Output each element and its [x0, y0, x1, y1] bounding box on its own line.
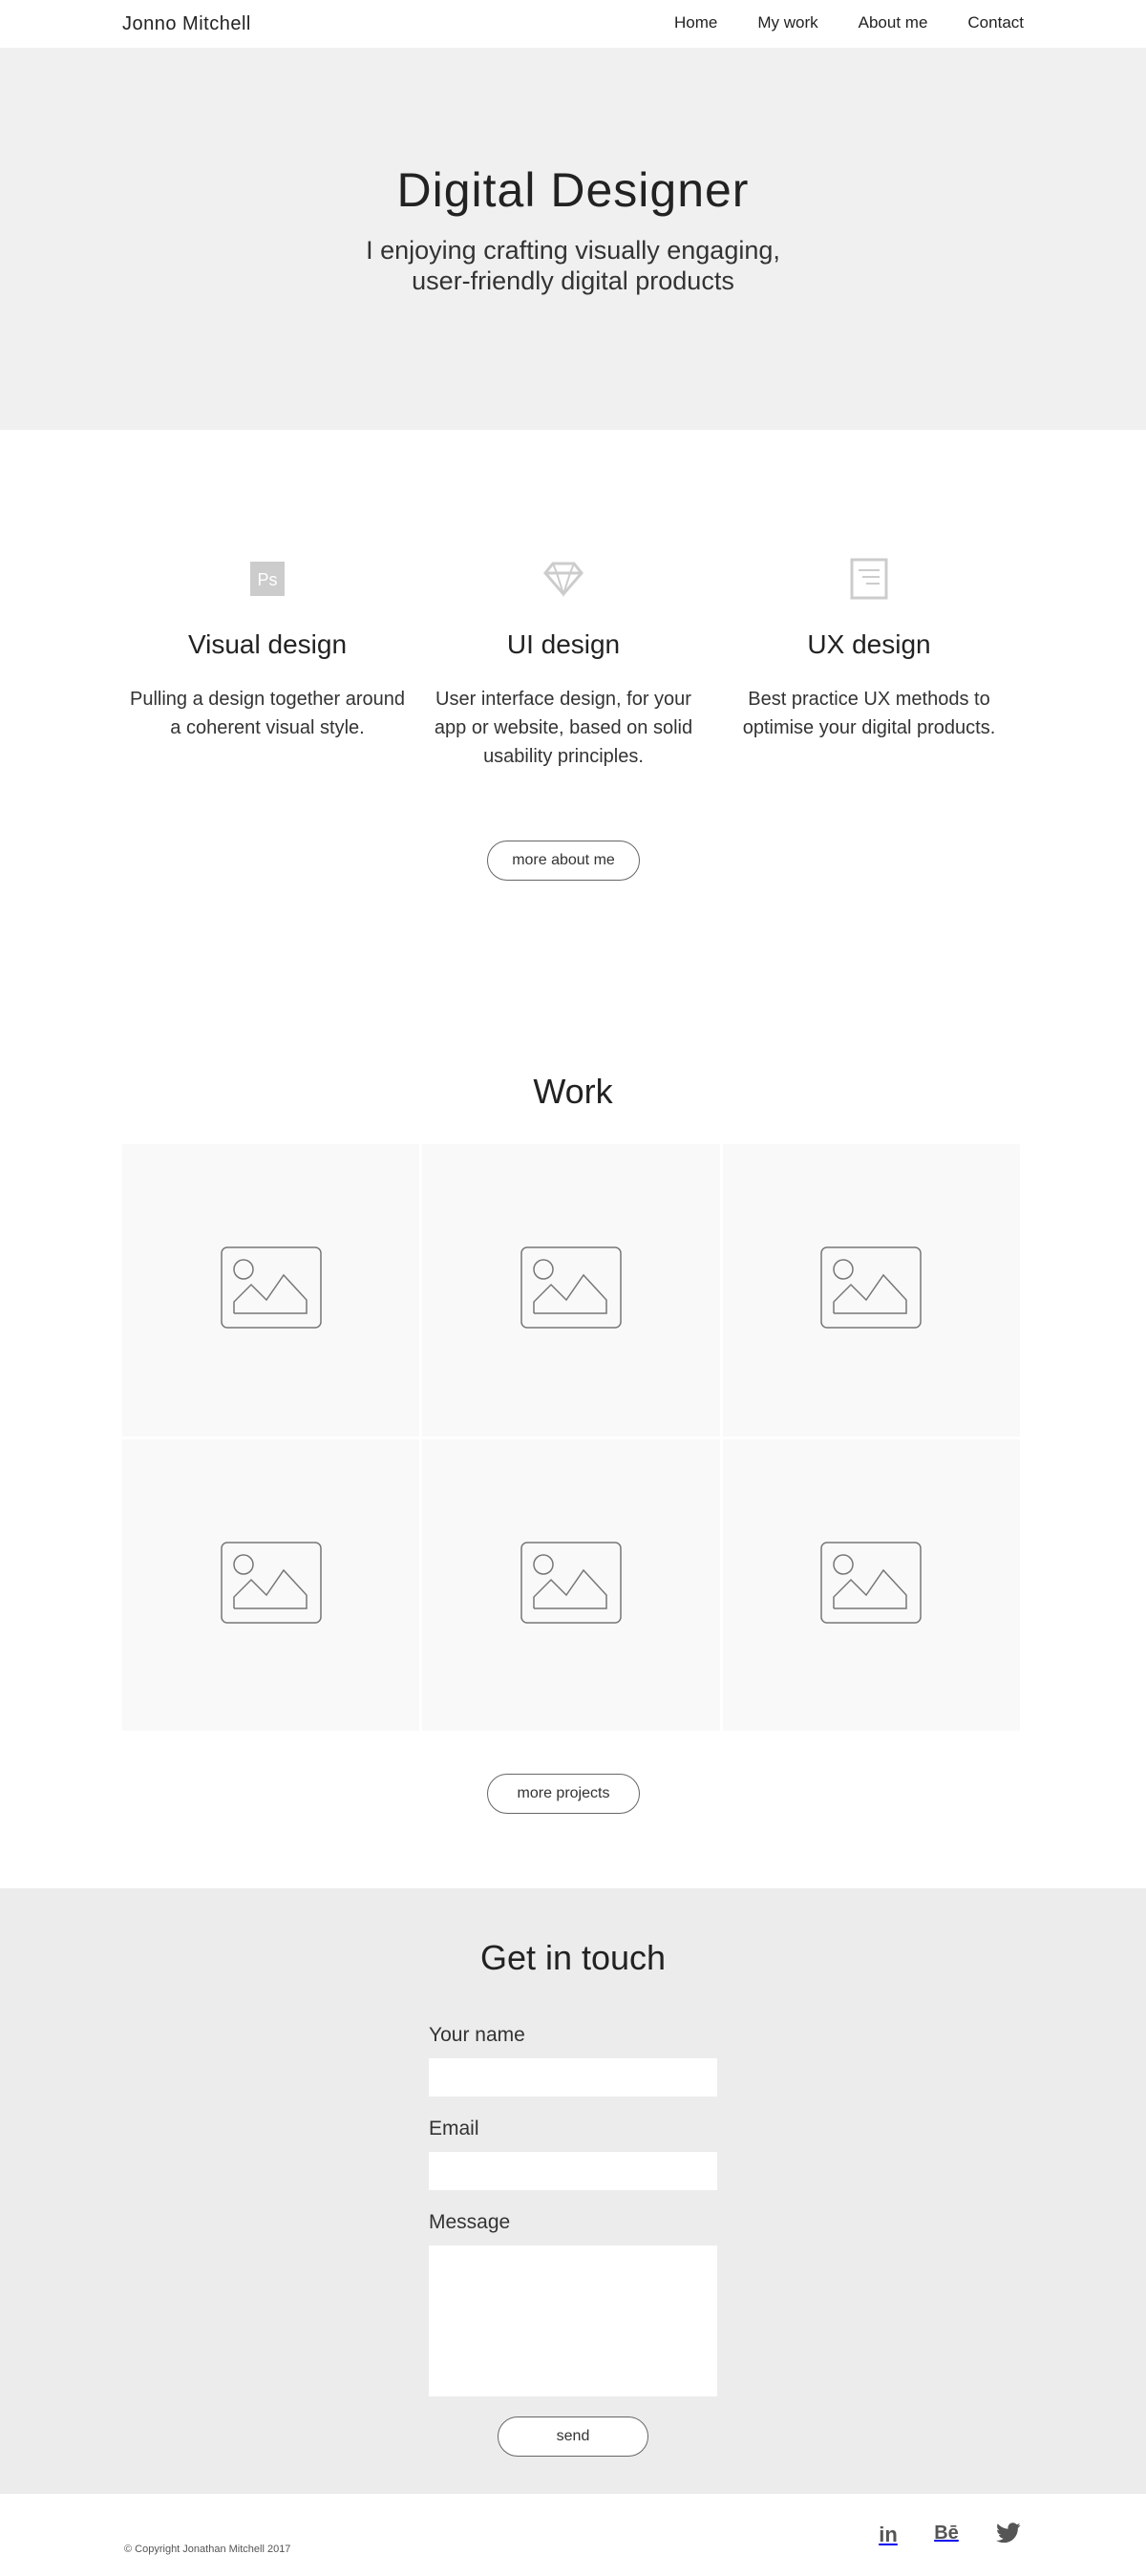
- nav-home[interactable]: Home: [674, 13, 717, 32]
- copyright-text: © Copyright Jonathan Mitchell 2017: [124, 2544, 291, 2555]
- hero-subtitle: I enjoying crafting visually engaging, u…: [366, 236, 780, 295]
- behance-label: Bē: [934, 2523, 959, 2544]
- nav-my-work[interactable]: My work: [757, 13, 817, 32]
- project-tile[interactable]: [422, 1144, 720, 1437]
- project-tile[interactable]: [122, 1144, 420, 1437]
- more-about-me-button[interactable]: more about me: [487, 841, 640, 881]
- contact-section: Get in touch Your name Email Message sen…: [0, 1888, 1146, 2494]
- hero-title: Digital Designer: [396, 163, 750, 217]
- message-label: Message: [429, 2211, 511, 2233]
- work-title: Work: [533, 1072, 613, 1111]
- twitter-icon[interactable]: [994, 2523, 1023, 2544]
- service-text: Best practice UX methods to optimise you…: [742, 689, 996, 738]
- image-placeholder-icon: [520, 1246, 622, 1333]
- message-field[interactable]: [429, 2246, 717, 2396]
- brand-logo[interactable]: Jonno Mitchell: [122, 13, 251, 35]
- sketch-icon: [420, 559, 707, 599]
- svg-text:Ps: Ps: [257, 570, 277, 589]
- service-title: UX design: [807, 629, 931, 659]
- work-grid: [122, 1144, 1020, 1731]
- email-field[interactable]: [429, 2152, 717, 2190]
- nav-about-me[interactable]: About me: [859, 13, 928, 32]
- site-header: Jonno Mitchell Home My work About me Con…: [0, 0, 1146, 48]
- hero-section: Digital Designer I enjoying crafting vis…: [0, 48, 1146, 430]
- photoshop-icon: Ps: [124, 559, 411, 599]
- nav-contact[interactable]: Contact: [967, 13, 1024, 32]
- image-placeholder-icon: [820, 1246, 923, 1333]
- service-title: Visual design: [187, 629, 348, 659]
- project-tile[interactable]: [122, 1438, 420, 1731]
- service-visual-design: Ps Visual design Pulling a design togeth…: [124, 559, 411, 742]
- linkedin-label: in: [879, 2523, 898, 2546]
- name-field[interactable]: [429, 2058, 717, 2097]
- more-projects-button[interactable]: more projects: [487, 1774, 640, 1814]
- email-label: Email: [429, 2118, 479, 2140]
- document-icon: [726, 558, 1012, 600]
- image-placeholder-icon: [220, 1542, 322, 1629]
- service-ui-design: UI design User interface design, for you…: [420, 559, 707, 771]
- site-footer: © Copyright Jonathan Mitchell 2017 in Bē: [0, 2494, 1146, 2576]
- image-placeholder-icon: [220, 1246, 322, 1333]
- image-placeholder-icon: [820, 1542, 923, 1629]
- main-nav: Home My work About me Contact: [634, 13, 1024, 32]
- service-ux-design: UX design Best practice UX methods to op…: [726, 558, 1012, 742]
- project-tile[interactable]: [722, 1438, 1020, 1731]
- project-tile[interactable]: [422, 1438, 720, 1731]
- service-text: Pulling a design together around a coher…: [130, 689, 405, 738]
- project-tile[interactable]: [722, 1144, 1020, 1437]
- contact-title: Get in touch: [479, 1938, 667, 1977]
- name-label: Your name: [429, 2024, 525, 2046]
- service-title: UI design: [506, 629, 621, 659]
- behance-icon[interactable]: Bē: [929, 2523, 964, 2544]
- send-button[interactable]: send: [498, 2416, 648, 2457]
- service-text: User interface design, for your app or w…: [434, 689, 693, 767]
- linkedin-icon[interactable]: in: [875, 2523, 902, 2547]
- services-section: Ps Visual design Pulling a design togeth…: [0, 430, 1146, 984]
- image-placeholder-icon: [520, 1542, 622, 1629]
